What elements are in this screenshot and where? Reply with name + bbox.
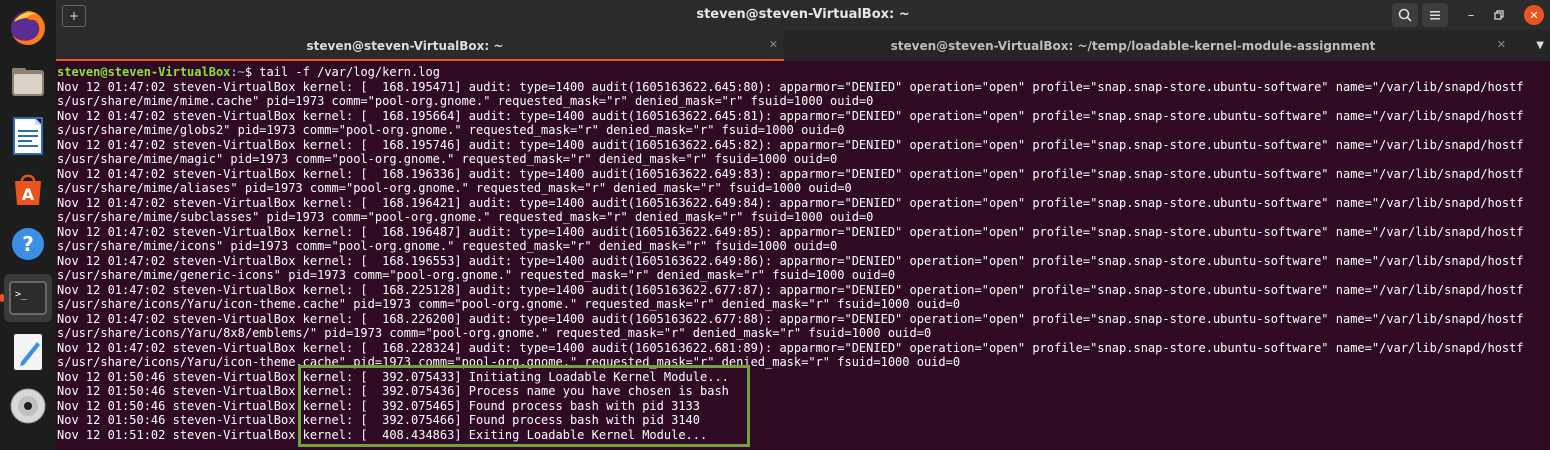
log-line: Nov 12 01:47:02 steven-VirtualBox kernel… [57, 311, 1524, 326]
log-line: s/usr/share/mime/aliases" pid=1973 comm=… [57, 181, 852, 195]
tab-label: steven@steven-VirtualBox: ~ [306, 39, 504, 53]
dock-item-terminal[interactable]: >_ [0, 274, 52, 322]
prompt-symbol: $ [244, 65, 260, 79]
log-line: Nov 12 01:47:02 steven-VirtualBox kernel… [57, 166, 1524, 181]
firefox-icon [11, 11, 45, 45]
log-line: s/usr/share/mime/icons" pid=1973 comm="p… [57, 239, 838, 253]
text-editor-icon [14, 334, 42, 370]
help-icon: ? [12, 228, 44, 260]
log-line: Nov 12 01:47:02 steven-VirtualBox kernel… [57, 195, 1524, 210]
log-line: s/usr/share/icons/Yaru/icon-theme.cache"… [57, 297, 961, 311]
minimize-button[interactable]: – [1458, 3, 1484, 27]
tab-close-icon[interactable]: ✕ [1497, 38, 1506, 51]
log-line: s/usr/share/icons/Yaru/8x8/emblems/" pid… [57, 326, 932, 340]
svg-text:A: A [22, 185, 35, 204]
prompt-user: steven@steven-VirtualBox [57, 65, 231, 79]
tab-label: steven@steven-VirtualBox: ~/temp/loadabl… [890, 39, 1376, 53]
log-line: Nov 12 01:47:02 steven-VirtualBox kernel… [57, 137, 1524, 152]
log-line-module: Nov 12 01:50:46 steven-VirtualBox kernel… [57, 384, 729, 398]
tab-bar: steven@steven-VirtualBox: ~ ✕ steven@ste… [56, 30, 1550, 61]
command-text: tail -f /var/log/kern.log [259, 65, 440, 79]
dock-item-firefox[interactable] [4, 4, 52, 52]
tab-close-icon[interactable]: ✕ [769, 38, 778, 51]
log-line: Nov 12 01:47:02 steven-VirtualBox kernel… [57, 282, 1524, 297]
title-bar: + steven@steven-VirtualBox: ~ – ✕ [56, 0, 1550, 30]
log-line: s/usr/share/mime/globs2" pid=1973 comm="… [57, 123, 845, 137]
log-line: Nov 12 01:47:02 steven-VirtualBox kernel… [57, 340, 1524, 355]
dock-item-help[interactable]: ? [4, 220, 52, 268]
dock-item-software[interactable]: A [4, 166, 52, 214]
tab-home[interactable]: steven@steven-VirtualBox: ~ ✕ [56, 30, 784, 61]
menu-button[interactable] [1422, 3, 1448, 27]
log-line-module: Nov 12 01:50:46 steven-VirtualBox kernel… [57, 369, 729, 384]
minimize-icon: – [1467, 7, 1475, 23]
log-line: Nov 12 01:47:02 steven-VirtualBox kernel… [57, 108, 1524, 123]
command-line: steven@steven-VirtualBox:~$ tail -f /var… [57, 65, 1550, 80]
search-icon [1398, 8, 1412, 22]
log-line: s/usr/share/mime/magic" pid=1973 comm="p… [57, 152, 838, 166]
log-line: s/usr/share/mime/generic-icons" pid=1973… [57, 268, 896, 282]
restore-icon [1494, 10, 1504, 20]
software-center-icon: A [15, 174, 41, 205]
log-line: s/usr/share/mime/subclasses" pid=1973 co… [57, 210, 874, 224]
window-title: steven@steven-VirtualBox: ~ [696, 7, 910, 22]
log-line: Nov 12 01:47:02 steven-VirtualBox kernel… [57, 253, 1524, 268]
hamburger-icon [1430, 11, 1440, 20]
maximize-button[interactable] [1486, 3, 1512, 27]
tab-dropdown-icon[interactable]: ▼ [1536, 40, 1544, 51]
dock-item-disc[interactable] [4, 382, 52, 430]
terminal-output[interactable]: steven@steven-VirtualBox:~$ tail -f /var… [56, 61, 1550, 450]
log-line-module: Nov 12 01:51:02 steven-VirtualBox kernel… [57, 427, 708, 442]
dock: A ? >_ [0, 0, 56, 450]
svg-text:?: ? [22, 232, 34, 256]
log-line-module: Nov 12 01:50:46 steven-VirtualBox kernel… [57, 413, 700, 427]
log-line: Nov 12 01:47:02 steven-VirtualBox kernel… [57, 79, 1524, 94]
dock-item-writer[interactable] [4, 112, 52, 160]
libreoffice-writer-icon [13, 117, 43, 155]
svg-text:>_: >_ [15, 289, 28, 300]
close-window-button[interactable]: ✕ [1524, 5, 1544, 25]
files-icon [12, 68, 44, 96]
prompt-path: :~ [230, 65, 245, 79]
close-icon: ✕ [1529, 8, 1539, 22]
dock-item-text-editor[interactable] [4, 328, 52, 376]
terminal-icon: >_ [9, 281, 47, 315]
dock-item-files[interactable] [4, 58, 52, 106]
disc-icon [10, 388, 46, 424]
log-line: s/usr/share/mime/mime.cache" pid=1973 co… [57, 94, 874, 108]
log-line-module: Nov 12 01:50:46 steven-VirtualBox kernel… [57, 398, 700, 413]
log-line: Nov 12 01:47:02 steven-VirtualBox kernel… [57, 224, 1524, 239]
highlight-box [298, 365, 750, 447]
tab-module-assignment[interactable]: steven@steven-VirtualBox: ~/temp/loadabl… [784, 30, 1512, 61]
log-line: s/usr/share/icons/Yaru/icon-theme.cache"… [57, 355, 961, 369]
search-button[interactable] [1392, 3, 1418, 27]
